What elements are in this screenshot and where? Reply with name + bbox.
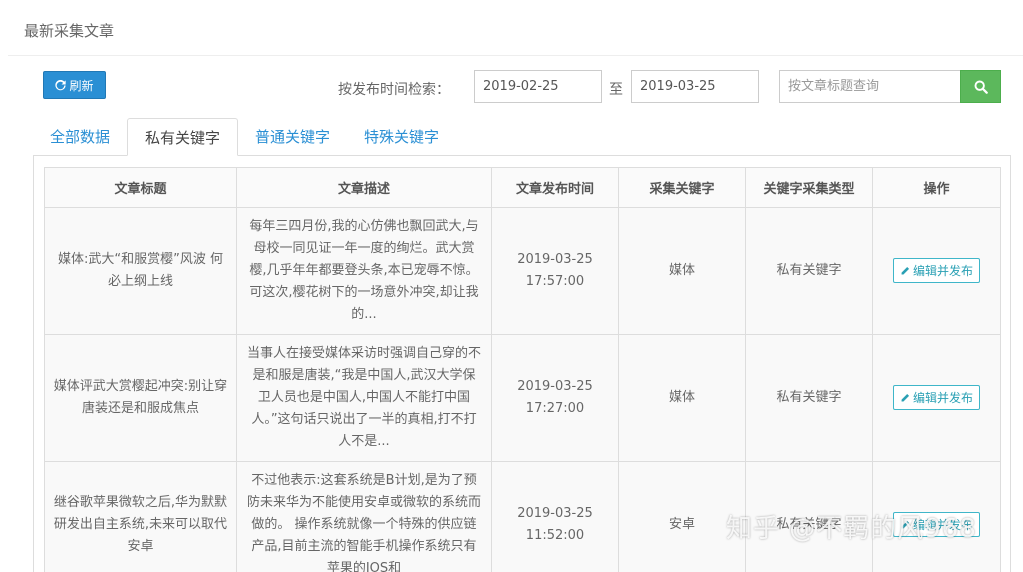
search-icon bbox=[974, 80, 988, 94]
edit-publish-label: 编辑并发布 bbox=[912, 264, 973, 279]
date-range-separator: 至 bbox=[609, 82, 623, 98]
column-header-publish-time[interactable]: 文章发布时间 bbox=[491, 167, 619, 208]
article-title: 继谷歌苹果微软之后,华为默默研发出自主系统,未来可以取代安卓 bbox=[44, 461, 237, 572]
column-header-keyword[interactable]: 采集关键字 bbox=[618, 167, 746, 208]
refresh-button[interactable]: 刷新 bbox=[43, 71, 106, 99]
column-header-title[interactable]: 文章标题 bbox=[44, 167, 237, 208]
article-actions: 编辑并发布 bbox=[872, 334, 1001, 462]
edit-publish-label: 编辑并发布 bbox=[912, 391, 973, 406]
tab-normal-keywords[interactable]: 普通关键字 bbox=[238, 118, 347, 156]
article-publish-time: 2019-03-25 11:52:00 bbox=[491, 461, 619, 572]
article-title: 媒体评武大赏樱起冲突:别让穿唐装还是和服成焦点 bbox=[44, 334, 237, 462]
tab-private-keywords[interactable]: 私有关键字 bbox=[127, 118, 239, 156]
column-header-actions: 操作 bbox=[872, 167, 1001, 208]
pencil-icon bbox=[901, 266, 910, 275]
tab-panel-border bbox=[1010, 155, 1011, 572]
article-keyword: 媒体 bbox=[618, 334, 746, 462]
column-header-description[interactable]: 文章描述 bbox=[236, 167, 492, 208]
article-keyword-type: 私有关键字 bbox=[745, 334, 873, 462]
refresh-icon bbox=[55, 79, 67, 90]
article-keyword: 媒体 bbox=[618, 207, 746, 335]
article-title: 媒体:武大“和服赏樱”风波 何必上纲上线 bbox=[44, 207, 237, 335]
article-actions: 编辑并发布 bbox=[872, 207, 1001, 335]
table-row: 媒体评武大赏樱起冲突:别让穿唐装还是和服成焦点 当事人在接受媒体采访时强调自己穿… bbox=[44, 334, 1001, 462]
title-divider bbox=[8, 55, 1023, 56]
column-header-keyword-type[interactable]: 关键字采集类型 bbox=[745, 167, 873, 208]
keyword-tabs: 全部数据 私有关键字 普通关键字 特殊关键字 bbox=[33, 118, 456, 156]
tab-all-data[interactable]: 全部数据 bbox=[33, 118, 127, 156]
edit-publish-button[interactable]: 编辑并发布 bbox=[892, 258, 980, 284]
tab-special-keywords[interactable]: 特殊关键字 bbox=[347, 118, 456, 156]
article-description: 当事人在接受媒体采访时强调自己穿的不是和服是唐装,“我是中国人,武汉大学保卫人员… bbox=[236, 334, 492, 462]
article-publish-time: 2019-03-25 17:27:00 bbox=[491, 334, 619, 462]
article-description: 不过他表示:这套系统是B计划,是为了预防未来华为不能使用安卓或微软的系统而做的。… bbox=[236, 461, 492, 572]
table-header-row: 文章标题 文章描述 文章发布时间 采集关键字 关键字采集类型 操作 bbox=[44, 167, 1001, 208]
search-button[interactable] bbox=[960, 70, 1001, 103]
article-description: 每年三四月份,我的心仿佛也飘回武大,与母校一同见证一年一度的绚烂。武大赏樱,几乎… bbox=[236, 207, 492, 335]
tab-panel-border bbox=[33, 155, 34, 572]
table-row: 媒体:武大“和服赏樱”风波 何必上纲上线 每年三四月份,我的心仿佛也飘回武大,与… bbox=[44, 207, 1001, 335]
refresh-label: 刷新 bbox=[69, 78, 94, 93]
date-to-input[interactable] bbox=[631, 70, 759, 103]
page-title: 最新采集文章 bbox=[24, 22, 115, 40]
article-keyword-type: 私有关键字 bbox=[745, 207, 873, 335]
watermark: 知乎 @不羁的风968 bbox=[726, 514, 977, 544]
pencil-icon bbox=[901, 393, 910, 402]
date-from-input[interactable] bbox=[474, 70, 602, 103]
article-publish-time: 2019-03-25 17:57:00 bbox=[491, 207, 619, 335]
date-search-label: 按发布时间检索： bbox=[338, 82, 450, 98]
edit-publish-button[interactable]: 编辑并发布 bbox=[892, 385, 980, 411]
title-search-input[interactable] bbox=[779, 70, 961, 103]
